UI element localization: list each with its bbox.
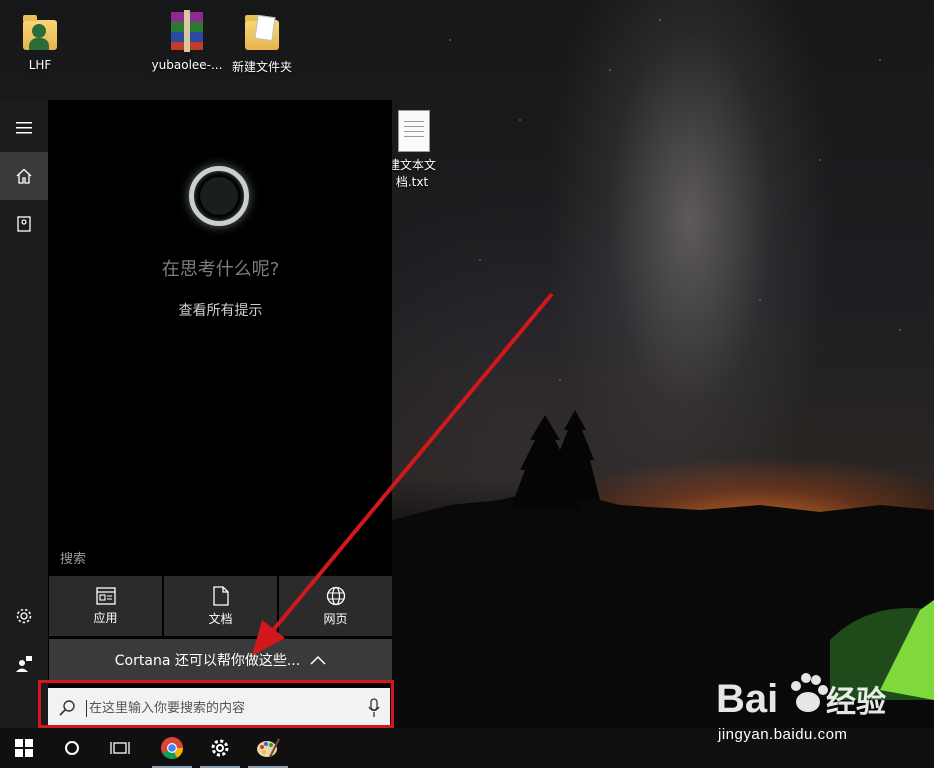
search-section-header: 搜索 [60, 552, 87, 567]
user-folder-icon [20, 10, 60, 54]
cortana-help-text: Cortana 还可以帮你做这些... [114, 653, 301, 669]
filter-documents-label: 文档 [208, 611, 233, 626]
hamburger-icon [16, 122, 32, 134]
view-all-tips-link[interactable]: 查看所有提示 [49, 300, 392, 320]
cortana-button[interactable] [48, 728, 96, 768]
globe-icon [326, 586, 345, 605]
cortana-main: 在思考什么呢? 查看所有提示 搜索 应用 文档 网页 Cortana 还可以帮你… [49, 100, 392, 732]
notebook-icon [17, 216, 31, 232]
apps-icon [95, 586, 116, 605]
paint-icon [257, 738, 280, 758]
watermark-url: jingyan.baidu.com [718, 726, 848, 743]
desktop-icon-archive[interactable]: yubaolee-... [147, 10, 227, 72]
chrome-button[interactable] [148, 728, 196, 768]
cortana-panel: 在思考什么呢? 查看所有提示 搜索 应用 文档 网页 Cortana 还可以帮你… [0, 100, 392, 732]
paint-app-button[interactable] [244, 728, 292, 768]
svg-text:经验: 经验 [826, 685, 886, 720]
folder-icon [242, 10, 282, 54]
settings-icon [16, 608, 32, 624]
filter-web-button[interactable]: 网页 [279, 576, 392, 636]
cortana-circle-icon [65, 741, 79, 755]
left-rail [0, 100, 48, 732]
hamburger-menu-button[interactable] [0, 104, 48, 152]
chevron-up-icon [310, 655, 326, 665]
cortana-ring-icon [189, 166, 249, 226]
desktop-icon-lhf[interactable]: LHF [0, 10, 80, 72]
filter-web-label: 网页 [323, 611, 348, 626]
chrome-icon [161, 737, 183, 759]
filter-documents-button[interactable]: 文档 [164, 576, 277, 636]
text-file-icon [392, 108, 432, 152]
notebook-button[interactable] [0, 200, 48, 248]
filter-apps-label: 应用 [93, 610, 118, 625]
task-view-button[interactable] [96, 728, 144, 768]
settings-app-button[interactable] [196, 728, 244, 768]
search-filter-tiles: 应用 文档 网页 [49, 576, 392, 636]
home-button[interactable] [0, 152, 48, 200]
settings-button[interactable] [0, 592, 48, 640]
feedback-icon [16, 656, 32, 672]
filter-apps-button[interactable]: 应用 [49, 576, 162, 636]
desktop-icon-new-folder[interactable]: 新建文件夹 [222, 10, 302, 75]
highlight-box [38, 680, 394, 728]
document-icon [212, 585, 229, 606]
home-icon [16, 168, 32, 184]
windows-start-icon [15, 739, 33, 757]
task-view-icon [110, 742, 130, 754]
svg-text:Bai: Bai [716, 677, 778, 721]
winrar-archive-icon [167, 10, 207, 54]
cortana-question: 在思考什么呢? [161, 259, 280, 280]
desktop-icon-label: yubaolee-... [151, 58, 223, 72]
desktop-icon-label: 新建文件夹 [231, 60, 292, 74]
desktop-icon-label: LHF [28, 58, 52, 72]
settings-gear-icon [211, 739, 229, 757]
start-button[interactable] [0, 728, 48, 768]
cortana-help-bar[interactable]: Cortana 还可以帮你做这些... [49, 639, 392, 681]
